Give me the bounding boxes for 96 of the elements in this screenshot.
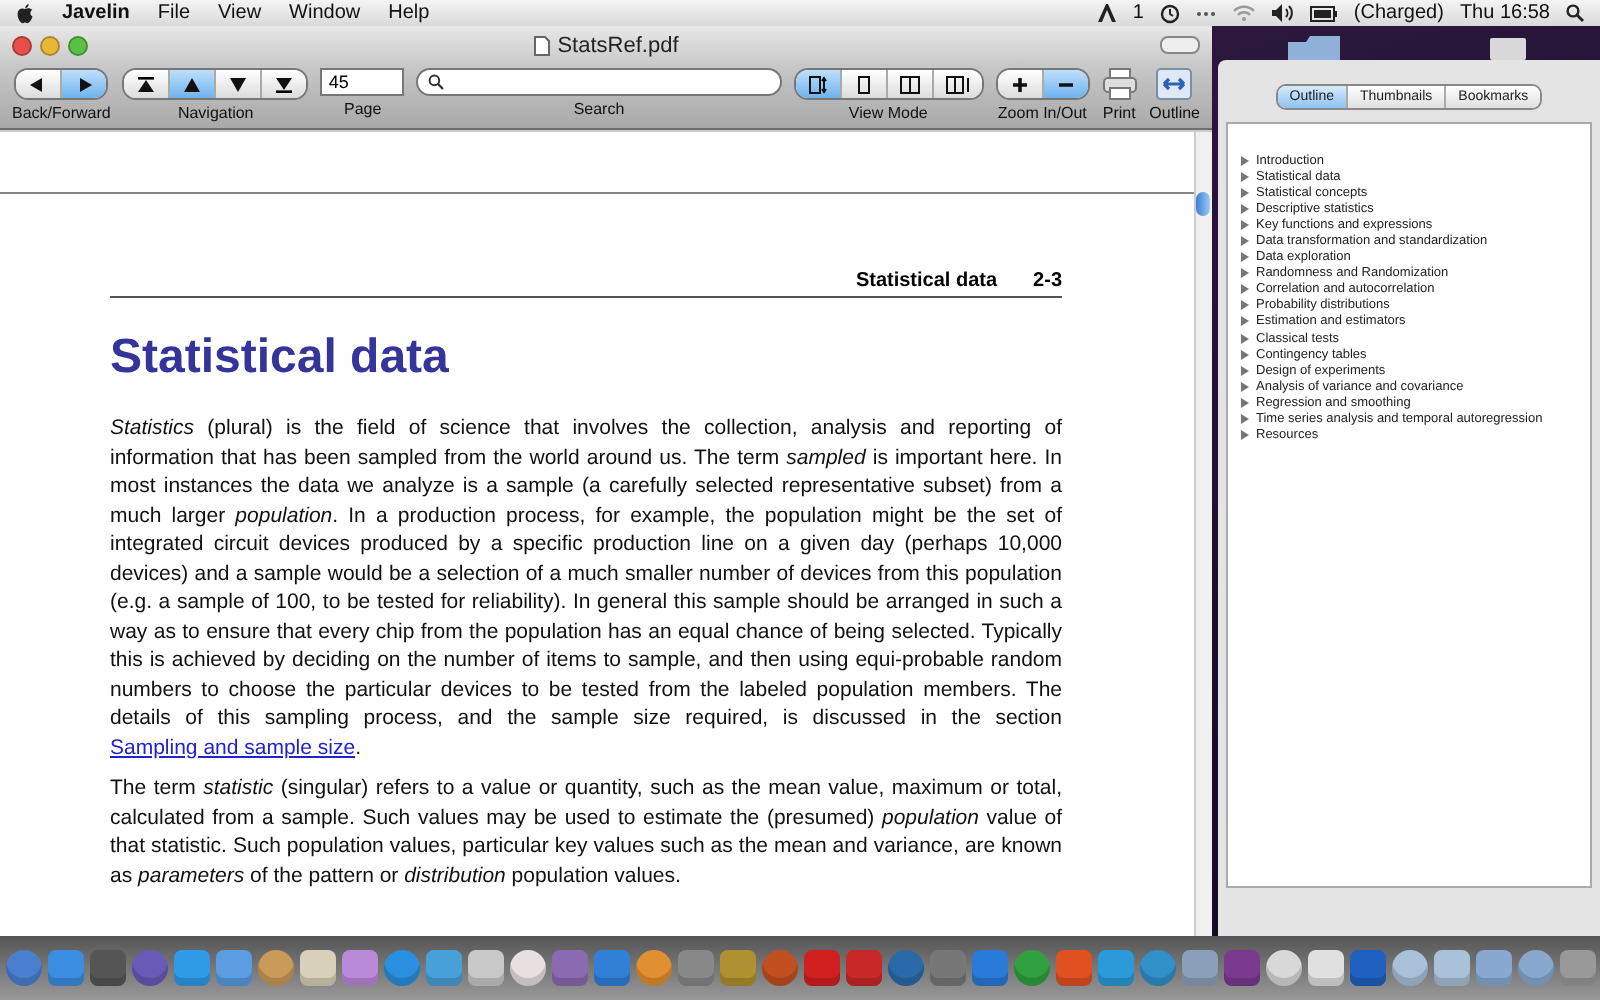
last-page-icon xyxy=(274,75,295,93)
disclosure-triangle-icon[interactable] xyxy=(1240,316,1250,327)
menu-item[interactable]: Help xyxy=(388,2,430,24)
down-arrow-icon xyxy=(228,75,249,93)
toolbar-segment[interactable] xyxy=(887,70,934,98)
pdf-file-icon xyxy=(533,35,550,55)
page-field[interactable]: 45 xyxy=(320,68,405,96)
toolbar-segment[interactable] xyxy=(1043,70,1088,98)
two-page-icon xyxy=(899,75,920,93)
single-page-icon xyxy=(853,75,874,93)
dots-icon[interactable] xyxy=(1195,9,1216,17)
app-icon[interactable] xyxy=(1223,950,1259,986)
toolbar-segment[interactable] xyxy=(170,70,217,98)
volume-icon[interactable] xyxy=(1271,4,1294,22)
app-icon[interactable] xyxy=(1433,950,1469,986)
up-arrow-icon xyxy=(182,75,203,93)
scrollbar[interactable] xyxy=(1194,132,1212,936)
first-page-icon xyxy=(136,75,157,93)
printer-icon[interactable] xyxy=(1101,68,1138,100)
two-page-continuous-icon xyxy=(945,75,970,93)
adobe-icon[interactable] xyxy=(1098,4,1117,22)
disclosure-triangle-icon[interactable] xyxy=(1240,349,1250,360)
section-heading: Statistical data xyxy=(110,330,451,386)
toolbar-segment[interactable] xyxy=(262,70,307,98)
app-icon[interactable] xyxy=(1307,950,1343,986)
outline-drawer-icon[interactable] xyxy=(1156,68,1193,100)
disclosure-triangle-icon[interactable] xyxy=(1240,414,1250,425)
toolbar-toggle-button[interactable] xyxy=(1160,36,1200,54)
toolbar-segment[interactable] xyxy=(16,70,63,98)
toolbar-label: Back/Forward xyxy=(12,104,111,122)
toolbar-segment[interactable] xyxy=(216,70,263,98)
disclosure-triangle-icon[interactable] xyxy=(1240,430,1250,441)
disclosure-triangle-icon[interactable] xyxy=(1240,397,1250,408)
disclosure-triangle-icon[interactable] xyxy=(1240,252,1250,263)
toolbar-segment[interactable] xyxy=(841,70,888,98)
app-icon[interactable] xyxy=(1391,950,1427,986)
disclosure-triangle-icon[interactable] xyxy=(1240,187,1250,198)
app-icon[interactable] xyxy=(1265,950,1301,986)
app-icon[interactable] xyxy=(257,950,293,986)
toolbar-segment[interactable] xyxy=(124,70,171,98)
disclosure-triangle-icon[interactable] xyxy=(1240,300,1250,311)
disclosure-triangle-icon[interactable] xyxy=(1240,236,1250,247)
disclosure-triangle-icon[interactable] xyxy=(1240,171,1250,182)
toolbar-label: Page xyxy=(344,100,382,118)
toolbar-label: Navigation xyxy=(177,104,254,122)
search-field[interactable] xyxy=(416,68,782,96)
toolbar-label: Print xyxy=(1102,104,1136,122)
clock[interactable]: Thu 16:58 xyxy=(1459,2,1550,24)
toolbar-segment[interactable] xyxy=(62,70,107,98)
search-icon[interactable] xyxy=(1566,4,1584,22)
app-menu[interactable]: Javelin xyxy=(62,2,130,24)
zoom-button[interactable] xyxy=(68,35,88,55)
disclosure-triangle-icon[interactable] xyxy=(1240,365,1250,376)
battery-icon[interactable] xyxy=(1309,5,1338,21)
apple-logo-icon[interactable] xyxy=(16,3,34,23)
disclosure-triangle-icon[interactable] xyxy=(1240,333,1250,344)
toolbar-segment[interactable] xyxy=(997,70,1044,98)
menu-item[interactable]: View xyxy=(218,2,262,24)
app-icon[interactable] xyxy=(635,950,671,986)
plus-icon xyxy=(1009,75,1030,93)
close-button[interactable] xyxy=(12,35,32,55)
disclosure-triangle-icon[interactable] xyxy=(1240,268,1250,279)
disclosure-triangle-icon[interactable] xyxy=(1240,219,1250,230)
running-header: Statistical data xyxy=(855,270,998,292)
drive-icon[interactable] xyxy=(1489,36,1525,60)
disclosure-triangle-icon[interactable] xyxy=(1240,284,1250,295)
disclosure-triangle-icon[interactable] xyxy=(1240,203,1250,214)
disclosure-triangle-icon[interactable] xyxy=(1240,381,1250,392)
app-icon[interactable] xyxy=(1517,950,1553,986)
paragraph: The term statistic (singular) refers to a value or quantity, such as the mean value, maximum or total, calculated from a sample. Such values may be used to estimate the (presumed) population value of that statistic. Such population values, particular key values such as the mean and variance, are known as parameters of the pattern or distribution population values. xyxy=(110,774,1062,890)
status-count: 1 xyxy=(1132,2,1144,24)
toolbar-label: Search xyxy=(573,100,625,118)
toolbar-label: Outline xyxy=(1149,104,1200,122)
scroll-thumb[interactable] xyxy=(1196,192,1210,216)
disclosure-triangle-icon[interactable] xyxy=(1240,155,1250,166)
right-arrow-icon xyxy=(74,75,95,93)
page-number: 2-3 xyxy=(1033,270,1062,292)
app-icon[interactable] xyxy=(509,950,545,986)
paragraph: Statistics (plural) is the field of science that involves the collection, analysis and reporting of information that has been sampled from the world around us. The term sampled is important here. In most instances the data we analyze is a sample (a carefully selected representative subset) from a much larger population. In a production process, for example, the population might be the set of integrated circuit devices produced by a specific production line on a given day (perhaps 10,000 devices) and a sample would be a selection of a much smaller number of devices from this population (e.g. a sample of 100, to be tested for reliability). In general this sample should be arranged in such a way as to ensure that every chip from the population has an equal chance of being selected. Typically this is achieved by deciding on the number of items to sample, and then using equi-probable random numbers to choose the particular devices to be tested from the labeled population members. The details of this sampling process, and the sample size required, is discussed in the section Sampling and sample size. xyxy=(110,414,1062,762)
toolbar-label: Zoom In/Out xyxy=(997,104,1087,122)
section-link[interactable]: Sampling and sample size xyxy=(110,735,356,759)
continuous-page-icon xyxy=(807,75,828,93)
menu-item[interactable]: Window xyxy=(289,2,361,24)
clock-icon[interactable] xyxy=(1159,3,1180,23)
toolbar-label: View Mode xyxy=(848,104,928,122)
app-icon[interactable] xyxy=(299,950,335,986)
toolbar-segment[interactable] xyxy=(933,70,982,98)
app-icon[interactable] xyxy=(467,950,503,986)
minimize-button[interactable] xyxy=(40,35,60,55)
search-icon xyxy=(428,74,445,90)
toolbar-segment[interactable] xyxy=(795,70,842,98)
menu-item[interactable]: File xyxy=(157,2,191,24)
window-title: StatsRef.pdf xyxy=(557,33,679,57)
battery-status: (Charged) xyxy=(1353,2,1444,24)
wifi-icon[interactable] xyxy=(1231,4,1256,22)
app-icon[interactable] xyxy=(89,950,125,986)
